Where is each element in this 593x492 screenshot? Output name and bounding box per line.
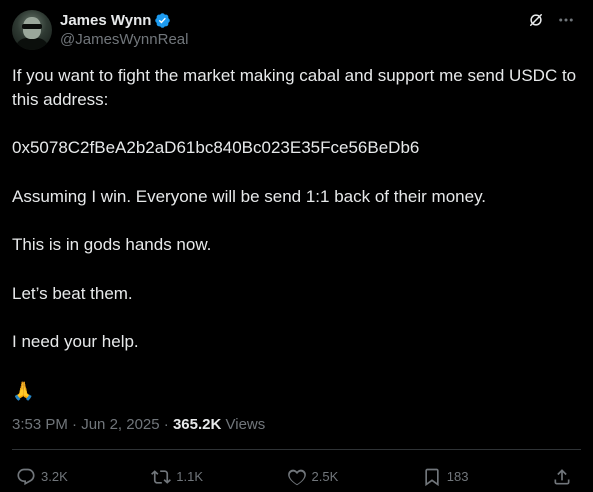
author-display-name[interactable]: James Wynn xyxy=(60,12,151,29)
tweet-paragraph: If you want to fight the market making c… xyxy=(12,66,577,109)
author-names: James Wynn @JamesWynnReal xyxy=(60,10,188,49)
divider xyxy=(12,449,581,450)
verified-badge-icon[interactable] xyxy=(154,12,171,29)
author-handle[interactable]: @JamesWynnReal xyxy=(60,31,188,48)
tweet-paragraph: Let’s beat them. xyxy=(12,283,133,303)
header-actions xyxy=(521,8,581,32)
tweet-text: If you want to fight the market making c… xyxy=(12,64,581,403)
repost-count: 1.1K xyxy=(176,469,203,484)
tweet-paragraph: I need your help. xyxy=(12,332,139,351)
views-label: Views xyxy=(225,416,266,433)
name-row: James Wynn xyxy=(60,10,188,30)
reply-count: 3.2K xyxy=(41,469,68,484)
reply-icon xyxy=(17,468,35,486)
tweet-card: James Wynn @JamesWynnReal If you want to… xyxy=(0,0,593,492)
tweet-paragraph: This is in gods hands now. xyxy=(12,235,212,254)
tweet-meta: 3:53 PM · Jun 2, 2025 · 365.2K Views xyxy=(12,416,265,433)
avatar-coat xyxy=(15,38,49,50)
tweet-header: James Wynn @JamesWynnReal xyxy=(12,8,581,50)
grok-icon[interactable] xyxy=(521,8,551,32)
avatar[interactable] xyxy=(12,10,52,50)
tweet-time[interactable]: 3:53 PM xyxy=(12,416,68,433)
praying-hands-emoji: 🙏 xyxy=(12,380,35,401)
share-icon xyxy=(554,469,570,485)
repost-icon xyxy=(151,470,172,484)
share-button[interactable] xyxy=(552,467,577,487)
views-count: 365.2K xyxy=(172,416,222,433)
tweet-date[interactable]: Jun 2, 2025 xyxy=(81,416,159,433)
more-icon[interactable] xyxy=(551,8,581,32)
repost-button[interactable]: 1.1K xyxy=(151,467,203,487)
tweet-paragraph: Assuming I win. Everyone will be send 1:… xyxy=(12,186,487,206)
bookmark-icon xyxy=(425,468,439,487)
bookmark-count: 183 xyxy=(446,469,469,484)
action-bar: 3.2K 1.1K 2.5K 183 xyxy=(16,466,577,488)
like-count: 2.5K xyxy=(311,469,339,484)
meta-separator: · xyxy=(163,416,173,433)
wallet-address: 0x5078C2fBeA2b2aD61bc840Bc023E35Fce56BeD… xyxy=(12,138,420,157)
like-button[interactable]: 2.5K xyxy=(287,467,339,487)
reply-button[interactable]: 3.2K xyxy=(16,467,68,487)
meta-separator: · xyxy=(72,416,82,433)
bookmark-button[interactable]: 183 xyxy=(422,467,469,487)
avatar-sunglasses xyxy=(22,24,42,29)
heart-icon xyxy=(287,469,306,486)
